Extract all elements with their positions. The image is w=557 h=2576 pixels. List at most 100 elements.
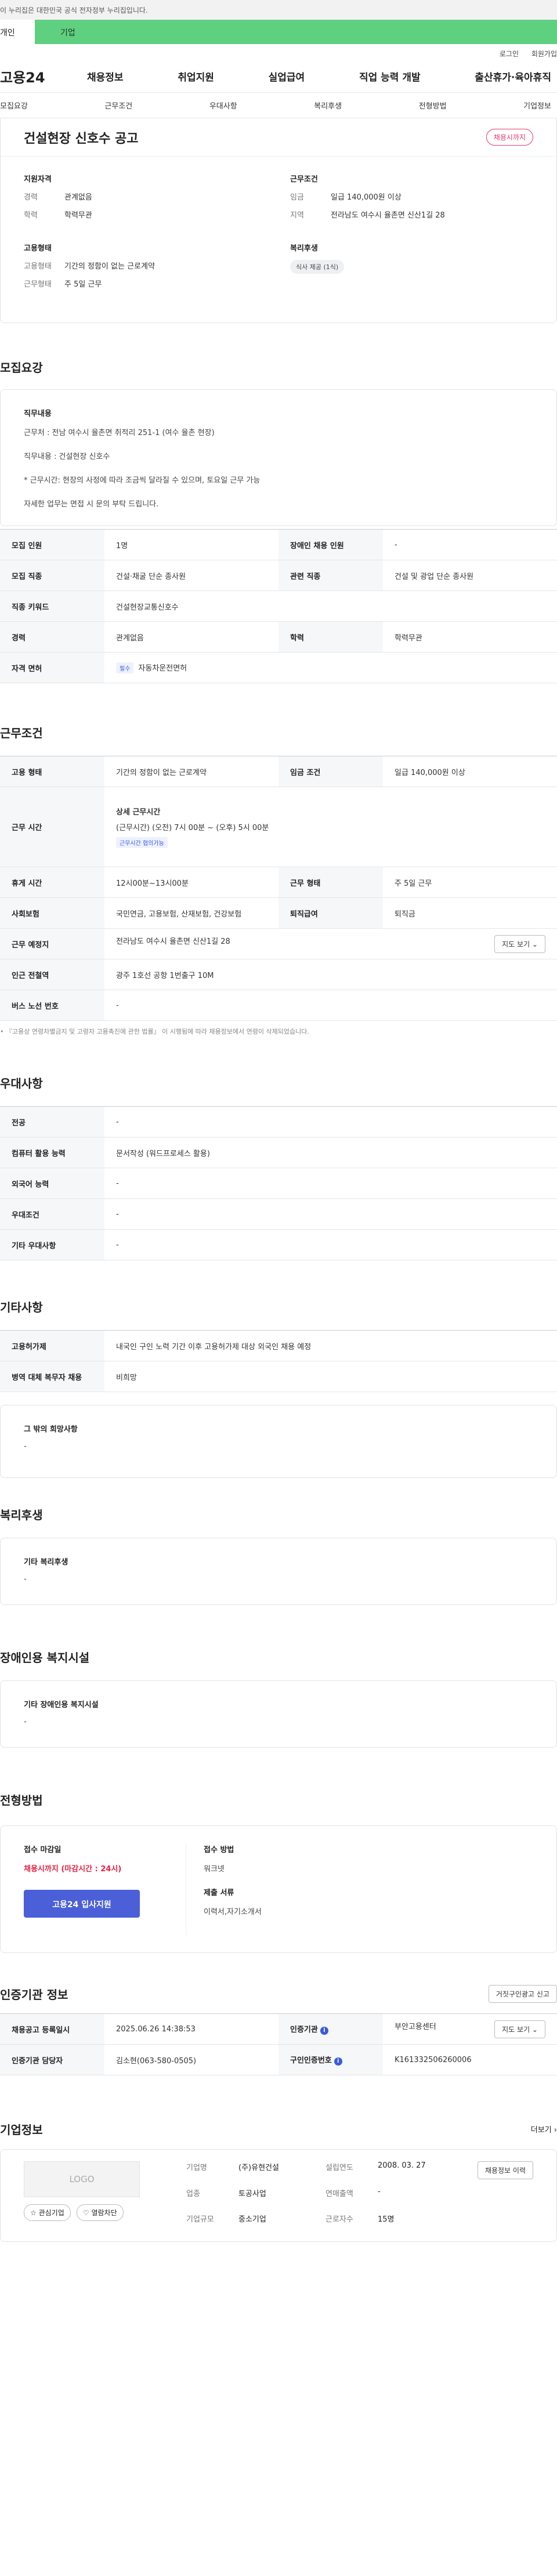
tab-conditions[interactable]: 근무조건 bbox=[104, 100, 132, 111]
cert-org-label: 인증기관 bbox=[290, 2026, 318, 2034]
job-title: 건설현장 신호수 공고 bbox=[24, 131, 139, 146]
selection-box: 접수 마감일 채용시까지 (마감시간 : 24시) 고용24 입사지원 접수 방… bbox=[0, 1825, 557, 1953]
language-value: - bbox=[104, 1168, 557, 1199]
work-time-title: 상세 근무시간 bbox=[116, 808, 161, 817]
gnb-item-unemployment[interactable]: 실업급여 bbox=[269, 69, 305, 84]
language-label: 외국어 능력 bbox=[0, 1168, 104, 1199]
other-section: 기타사항 고용허가제 내국인 구인 노력 기간 이후 고용허가제 대상 외국인 채… bbox=[0, 1298, 557, 1478]
welfare-chip: 식사 제공 (1식) bbox=[290, 260, 345, 274]
report-false-ad-button[interactable]: 거짓구인광고 신고 bbox=[488, 1985, 557, 2003]
conditions-section: 근무조건 고용 형태 기간의 정함이 없는 근로계약 임금 조건 일급 140,… bbox=[0, 724, 557, 1036]
info-icon[interactable]: i bbox=[334, 2057, 342, 2066]
gnb-item-jobs[interactable]: 채용정보 bbox=[87, 69, 124, 84]
work-heading: 근무조건 bbox=[290, 175, 318, 184]
method-heading: 접수 방법 bbox=[204, 1846, 234, 1854]
prefer-etc-value: - bbox=[104, 1229, 557, 1260]
method-value: 워크넷 bbox=[204, 1865, 225, 1874]
time-negotiable-badge: 근무시간 협의가능 bbox=[116, 837, 168, 848]
site-logo[interactable]: 고용24 bbox=[0, 66, 87, 86]
wage-value: 일급 140,000원 이상 bbox=[331, 193, 402, 202]
bus-value: - bbox=[104, 990, 557, 1021]
deadline-heading: 접수 마감일 bbox=[24, 1846, 62, 1854]
util-links: 로그인 회원가입 bbox=[0, 44, 557, 60]
wage-label: 임금 조건 bbox=[278, 756, 383, 787]
job-type-value: 건설·채굴 단순 종사원 bbox=[104, 560, 278, 591]
qual-heading: 지원자격 bbox=[24, 175, 52, 184]
map-view-button[interactable]: 지도 보기 ⌄ bbox=[494, 934, 545, 953]
cert-manager-label: 인증기관 담당자 bbox=[0, 2044, 104, 2075]
tab-prefer[interactable]: 우대사항 bbox=[209, 100, 237, 111]
welfare-box-value: - bbox=[24, 1575, 27, 1584]
tab-selection[interactable]: 전형방법 bbox=[419, 100, 447, 111]
tab-recruit[interactable]: 모집요강 bbox=[0, 100, 28, 111]
block-company-button[interactable]: ♡ 열람차단 bbox=[76, 2204, 124, 2221]
reg-date-label: 채용공고 등록일시 bbox=[0, 2013, 104, 2045]
sales-value: - bbox=[378, 2187, 381, 2196]
company-name-label: 기업명 bbox=[186, 2164, 207, 2172]
career-value: 관계없음 bbox=[64, 193, 92, 202]
welfare-box-heading: 기타 복리후생 bbox=[24, 1558, 68, 1567]
age-footnote: • 『고용상 연령차별금지 및 고령자 고용촉진에 관한 법률』 이 시행됨에 … bbox=[0, 1028, 309, 1035]
duty-box: 직무내용 근무처 : 전남 여수시 율촌면 취적리 251-1 (여수 율촌 현… bbox=[0, 389, 557, 526]
gnb-item-leave[interactable]: 출산휴가·육아휴직 bbox=[475, 69, 551, 84]
wage-value: 일급 140,000원 이상 bbox=[383, 756, 557, 787]
job-history-button[interactable]: 채용정보 이력 bbox=[477, 2161, 533, 2179]
status-badge: 채용시까지 bbox=[486, 129, 533, 146]
career-req-label: 경력 bbox=[0, 621, 104, 653]
military-value: 비희망 bbox=[104, 1361, 557, 1392]
apply-button[interactable]: 고용24 입사지원 bbox=[24, 1890, 140, 1918]
welfare-heading: 복리후생 bbox=[0, 1508, 43, 1522]
emp-type-label: 고용 형태 bbox=[0, 756, 104, 787]
founded-label: 설립연도 bbox=[325, 2164, 353, 2172]
recruit-section: 모집요강 직무내용 근무처 : 전남 여수시 율촌면 취적리 251-1 (여수… bbox=[0, 358, 557, 526]
tab-company[interactable]: 기업 bbox=[35, 20, 557, 44]
extra-wish-box: 그 밖의 희망사항 - bbox=[0, 1405, 557, 1478]
prefer-cond-label: 우대조건 bbox=[0, 1198, 104, 1230]
job-type-label: 모집 직종 bbox=[0, 560, 104, 591]
favorite-company-button[interactable]: ☆ 관심기업 bbox=[24, 2204, 71, 2221]
auth-number-value: K161332506260006 bbox=[383, 2044, 557, 2075]
emp-type-value: 기간의 정함이 없는 근로계약 bbox=[104, 756, 278, 787]
other-heading: 기타사항 bbox=[0, 1300, 43, 1314]
cert-map-button[interactable]: 지도 보기 ⌄ bbox=[494, 2020, 545, 2038]
company-more-link[interactable]: 더보기 › bbox=[531, 2124, 557, 2135]
signup-link[interactable]: 회원가입 bbox=[531, 50, 557, 58]
company-heading: 기업정보 bbox=[0, 2123, 43, 2137]
recruit-table-wrap: 모집 인원 1명 장애인 채용 인원 - 모집 직종 건설·채굴 단순 종사원 … bbox=[0, 529, 557, 683]
pc-skill-value: 문서작성 (워드프로세스 활용) bbox=[104, 1137, 557, 1168]
work-location-value: 전라남도 여수시 율촌면 신산1길 28 bbox=[116, 937, 230, 946]
welfare-box: 기타 복리후생 - bbox=[0, 1538, 557, 1605]
gnb-item-support[interactable]: 취업지원 bbox=[178, 69, 214, 84]
insurance-label: 사회보험 bbox=[0, 897, 104, 929]
extra-wish-value: - bbox=[24, 1442, 27, 1451]
prefer-etc-label: 기타 우대사항 bbox=[0, 1229, 104, 1260]
prefer-cond-value: - bbox=[104, 1198, 557, 1230]
work-permit-value: 내국인 구인 노력 기간 이후 고용허가제 대상 외국인 채용 예정 bbox=[104, 1330, 557, 1361]
company-size-value: 중소기업 bbox=[238, 2215, 266, 2224]
other-table: 고용허가제 내국인 구인 노력 기간 이후 고용허가제 대상 외국인 채용 예정 … bbox=[0, 1330, 557, 1392]
tab-individual[interactable]: 개인 bbox=[0, 20, 35, 44]
login-link[interactable]: 로그인 bbox=[500, 50, 519, 58]
gnb-item-training[interactable]: 직업 능력 개발 bbox=[359, 69, 421, 84]
info-icon[interactable]: i bbox=[320, 2027, 328, 2035]
founded-value: 2008. 03. 27 bbox=[378, 2161, 426, 2170]
page: 이 누리집은 대한민국 공식 전자정부 누리집입니다. 개인 기업 로그인 회원… bbox=[0, 0, 557, 2242]
disabled-box-heading: 기타 장애인용 복지시설 bbox=[24, 1701, 99, 1709]
prefer-heading: 우대사항 bbox=[0, 1077, 43, 1090]
pc-skill-label: 컴퓨터 활용 능력 bbox=[0, 1137, 104, 1168]
break-label: 휴게 시간 bbox=[0, 867, 104, 898]
edu-req-label: 학력 bbox=[278, 621, 383, 653]
tab-company-info[interactable]: 기업정보 bbox=[523, 100, 551, 111]
conditions-heading: 근무조건 bbox=[0, 726, 43, 740]
conditions-table: 고용 형태 기간의 정함이 없는 근로계약 임금 조건 일급 140,000원 … bbox=[0, 756, 557, 1021]
prefer-table: 전공 - 컴퓨터 활용 능력 문서작성 (워드프로세스 활용) 외국어 능력 - 우대… bbox=[0, 1106, 557, 1260]
location-label: 지역 bbox=[290, 211, 304, 220]
retirement-value: 퇴직금 bbox=[383, 897, 557, 929]
work-form-value: 주 5일 근무 bbox=[64, 280, 102, 289]
reg-date-value: 2025.06.26 14:38:53 bbox=[104, 2013, 278, 2045]
company-logo: LOGO bbox=[24, 2161, 140, 2197]
cert-table: 채용공고 등록일시 2025.06.26 14:38:53 인증기관 i 부안고용… bbox=[0, 2013, 557, 2075]
prefer-section: 우대사항 전공 - 컴퓨터 활용 능력 문서작성 (워드프로세스 활용) 외국어 능… bbox=[0, 1074, 557, 1260]
insurance-value: 국민연금, 고용보험, 산재보험, 건강보험 bbox=[104, 897, 278, 929]
tab-welfare[interactable]: 복리후생 bbox=[314, 100, 342, 111]
